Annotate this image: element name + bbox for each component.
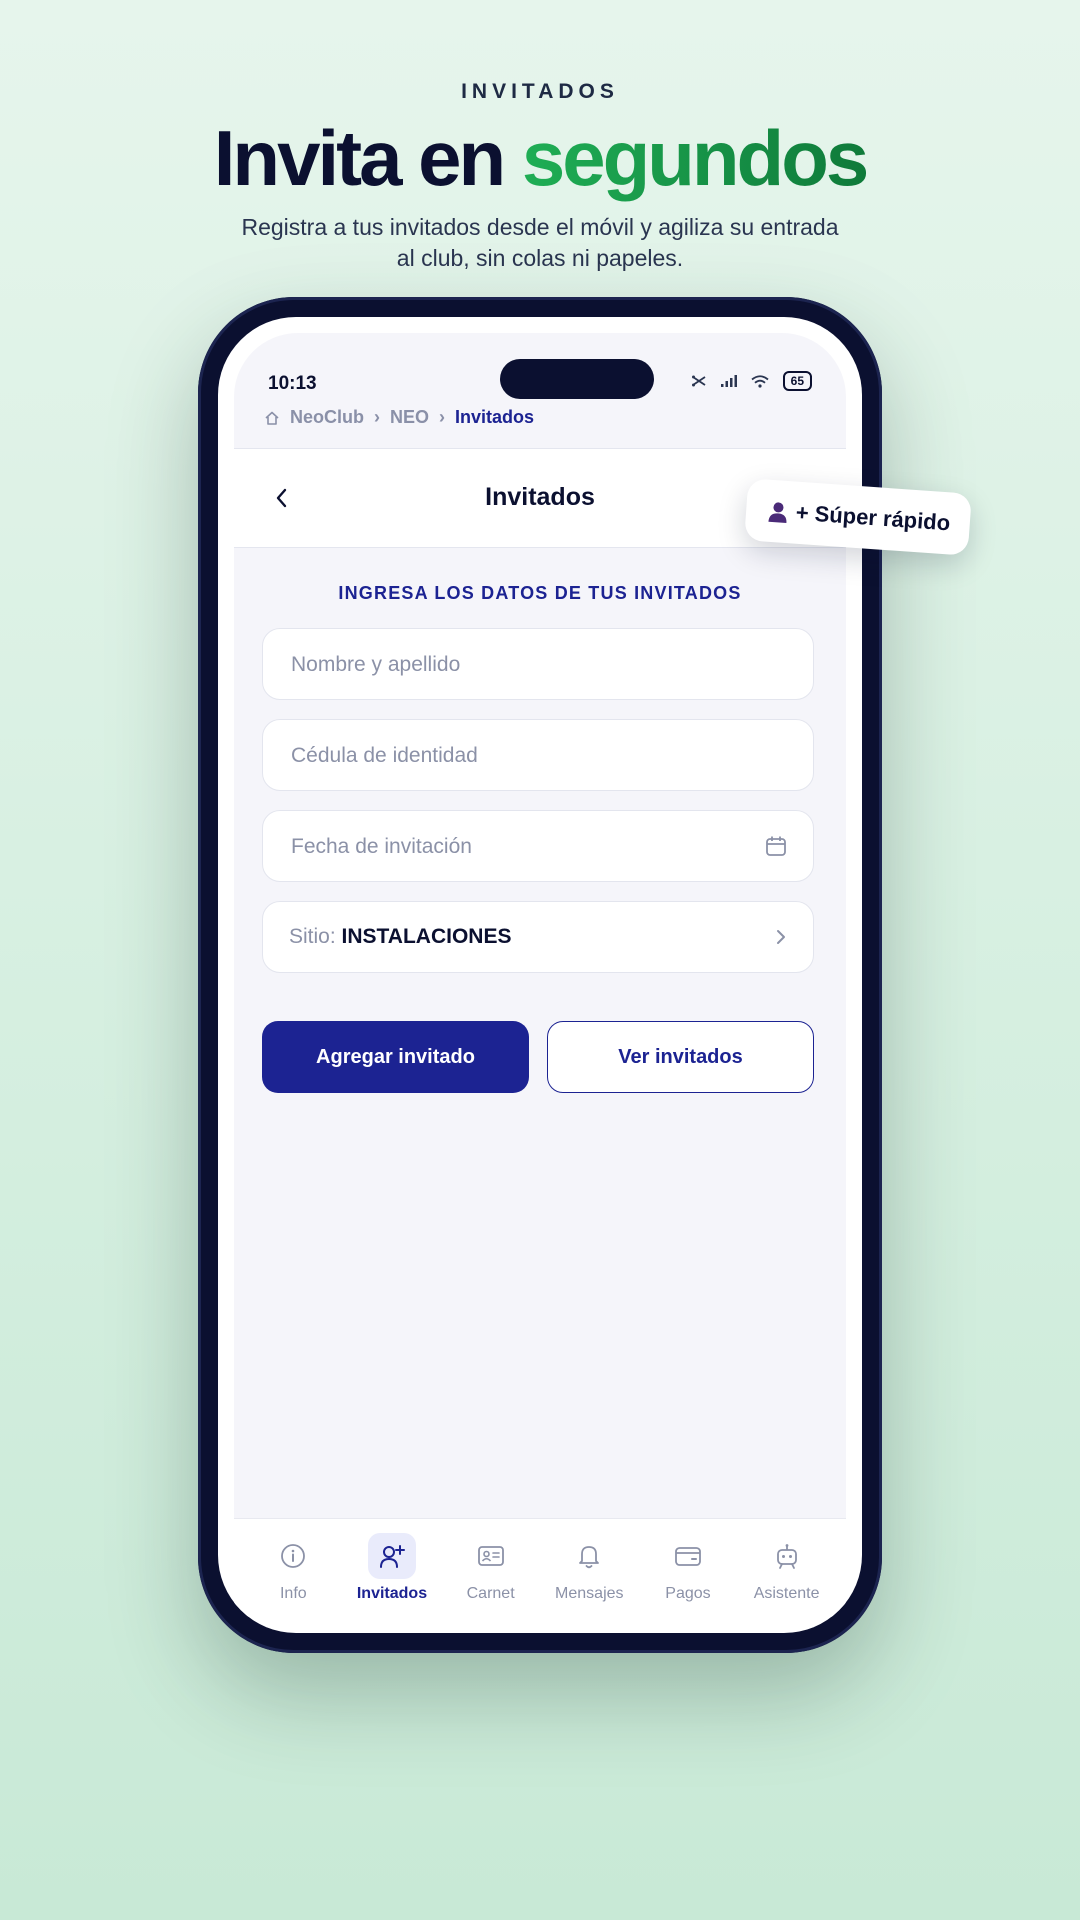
subtitle: Registra a tus invitados desde el móvil … <box>241 214 839 271</box>
breadcrumb-separator: › <box>374 407 380 427</box>
eyebrow-label: INVITADOS <box>461 80 619 103</box>
breadcrumb-separator: › <box>439 407 446 427</box>
home-icon[interactable] <box>264 410 280 426</box>
tab-icon-wrapper <box>763 1533 811 1579</box>
form-section-title: INGRESA LOS DATOS DE TUS INVITADOS <box>338 583 742 603</box>
site-label: Sitio: INSTALACIONES <box>289 925 511 949</box>
date-field[interactable] <box>262 810 814 883</box>
chevron-right-icon <box>777 930 785 944</box>
tab-label: Invitados <box>356 1585 428 1602</box>
name-field[interactable] <box>262 628 814 701</box>
tab-icon-wrapper <box>367 1533 416 1579</box>
id-input[interactable] <box>289 720 733 792</box>
tab-icon-wrapper <box>467 1533 515 1579</box>
tab-pagos[interactable]: Pagos <box>640 1519 736 1617</box>
status-time: 10:13 <box>268 373 317 394</box>
headline-accent: segundos <box>521 114 869 202</box>
add-user-icon <box>379 1545 405 1568</box>
scissors-icon <box>691 375 706 387</box>
bell-icon <box>579 1546 600 1569</box>
tab-asistente[interactable]: Asistente <box>739 1519 835 1617</box>
breadcrumb-home[interactable]: NeoClub <box>290 407 364 428</box>
tab-label: Info <box>279 1585 307 1602</box>
headline: Invita en segundos <box>0 112 1080 204</box>
bottom-tab-bar: Info Invitados Carnet Mensajes Pagos Asi… <box>234 1518 846 1617</box>
calendar-icon[interactable] <box>765 835 787 857</box>
dynamic-island <box>500 359 654 399</box>
battery-indicator: 65 <box>782 371 812 391</box>
view-guests-button[interactable]: Ver invitados <box>547 1021 814 1093</box>
breadcrumb: NeoClub › NEO › Invitados <box>264 407 534 428</box>
tab-carnet[interactable]: Carnet <box>443 1519 539 1617</box>
status-icons: 65 <box>691 371 812 391</box>
tab-invitados[interactable]: Invitados <box>344 1519 440 1617</box>
bot-icon <box>776 1544 797 1569</box>
info-icon <box>281 1544 306 1568</box>
id-card-icon <box>477 1546 504 1566</box>
add-guest-button[interactable]: Agregar invitado <box>262 1021 529 1093</box>
wallet-icon <box>675 1547 701 1566</box>
tab-info[interactable]: Info <box>245 1519 341 1617</box>
tab-label: Asistente <box>753 1585 820 1602</box>
id-field[interactable] <box>262 719 814 792</box>
person-icon <box>768 502 787 523</box>
tab-mensajes[interactable]: Mensajes <box>541 1519 637 1617</box>
breadcrumb-current: Invitados <box>455 407 535 427</box>
breadcrumb-middle[interactable]: NEO <box>390 407 429 428</box>
wifi-icon <box>751 374 769 388</box>
site-selector[interactable]: Sitio: INSTALACIONES <box>262 901 814 973</box>
headline-text: Invita en <box>213 114 522 202</box>
tab-icon-wrapper <box>269 1533 317 1579</box>
name-input[interactable] <box>289 629 733 701</box>
site-label-text: Sitio: <box>289 925 336 948</box>
tab-icon-wrapper <box>664 1533 712 1579</box>
tab-label: Pagos <box>665 1585 711 1602</box>
tab-label: Mensajes <box>555 1585 624 1602</box>
site-value: INSTALACIONES <box>341 925 512 948</box>
tab-icon-wrapper <box>565 1533 613 1579</box>
tab-label: Carnet <box>466 1585 515 1602</box>
date-input[interactable] <box>289 811 733 883</box>
speed-badge-label: + Súper rápido <box>794 499 952 536</box>
signal-icon <box>720 375 737 387</box>
